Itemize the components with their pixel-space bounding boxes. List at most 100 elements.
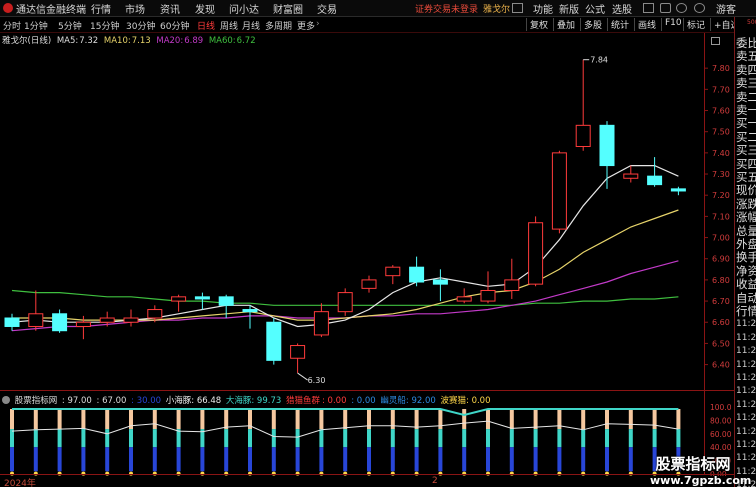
menu-jiaoyi[interactable]: 交易 bbox=[317, 1, 337, 16]
sub-bar-mid bbox=[652, 429, 657, 448]
sub-bar-mid bbox=[343, 429, 348, 448]
price-axis-label: 6.70 bbox=[712, 297, 730, 306]
lieyu-label: 猎猫鱼群 bbox=[285, 396, 320, 406]
sub-bar-top bbox=[57, 409, 62, 430]
sub-bar-mid bbox=[176, 429, 181, 448]
quote-panel-label: 11:2 bbox=[736, 453, 756, 464]
tab-weekly[interactable]: 周线 bbox=[220, 19, 238, 32]
sub-bar-low bbox=[200, 447, 205, 472]
sub-bar-low bbox=[295, 447, 300, 472]
tab-fenshi[interactable]: 分时 bbox=[3, 19, 21, 32]
candle-body bbox=[599, 124, 615, 167]
menu-zixun[interactable]: 资讯 bbox=[160, 1, 180, 16]
sub-bar-low bbox=[486, 447, 490, 472]
x-axis-year: 2024年 bbox=[4, 479, 36, 487]
xiaohaitun-value: 小海豚: 66.48 bbox=[165, 396, 222, 406]
sub-bar-top bbox=[414, 409, 419, 430]
tab-multi-period[interactable]: 多周期 bbox=[265, 19, 292, 32]
sub-bar-low bbox=[129, 447, 133, 472]
menu-xinban[interactable]: 新版 bbox=[559, 1, 579, 16]
sub-bar-low bbox=[152, 447, 157, 472]
quote-panel-label: 买四 bbox=[736, 156, 756, 171]
price-axis-label: 6.40 bbox=[712, 361, 730, 370]
x-axis-month: 2 bbox=[432, 476, 438, 486]
user-name[interactable]: 游客 bbox=[716, 1, 736, 16]
sub-indicator-name[interactable]: 股票指标网 bbox=[15, 396, 58, 406]
fuquan-button[interactable]: 复权 bbox=[526, 18, 551, 31]
sub-bar-low bbox=[105, 447, 110, 472]
sub-bar-mid bbox=[628, 429, 633, 448]
multi-stock-button[interactable]: 多股 bbox=[580, 18, 605, 31]
watermark-url: www.7gpzb.com bbox=[650, 474, 752, 487]
price-axis-line bbox=[704, 33, 705, 475]
sub-bar-top bbox=[533, 409, 538, 430]
overlay-button[interactable]: 叠加 bbox=[553, 18, 578, 31]
draw-line-button[interactable]: 画线 bbox=[634, 18, 659, 31]
stats-button[interactable]: 统计 bbox=[607, 18, 632, 31]
panel-toggle-icon[interactable] bbox=[711, 37, 720, 45]
price-axis-label: 7.30 bbox=[712, 170, 730, 179]
sub-axis-label: 40.00 bbox=[710, 443, 732, 452]
menu-caifuquan[interactable]: 财富圈 bbox=[273, 1, 303, 16]
menu-shichang[interactable]: 市场 bbox=[125, 1, 145, 16]
sub-bar-mid bbox=[533, 429, 538, 448]
login-notice[interactable]: 证券交易未登录 bbox=[415, 2, 478, 15]
settings-icon[interactable] bbox=[676, 3, 687, 13]
menu-hangqing[interactable]: 行情 bbox=[91, 1, 111, 16]
tab-monthly[interactable]: 月线 bbox=[242, 19, 260, 32]
tab-15min[interactable]: 15分钟 bbox=[90, 19, 119, 32]
chevron-right-icon[interactable]: › bbox=[316, 19, 320, 29]
sub-bar-low bbox=[557, 447, 562, 472]
quote-panel-label: 11:2 bbox=[736, 399, 756, 410]
window-list-icon[interactable] bbox=[512, 3, 523, 13]
menu-xuangu[interactable]: 选股 bbox=[612, 1, 632, 16]
tab-30min[interactable]: 30分钟 bbox=[126, 19, 155, 32]
sub-bar-low bbox=[33, 447, 38, 472]
f10-button[interactable]: F10 bbox=[661, 18, 685, 31]
price-axis-label: 7.00 bbox=[712, 234, 730, 243]
kline-chart[interactable]: 7.80 7.70 7.60 7.50 7.40 7.30 7.20 7.10 7.00 6.90… bbox=[0, 33, 734, 476]
candle-body bbox=[480, 289, 496, 302]
menu-gongshi[interactable]: 公式 bbox=[585, 1, 605, 16]
sub-bar-top bbox=[10, 409, 14, 430]
sub-bar-low bbox=[176, 447, 181, 472]
tab-5min[interactable]: 5分钟 bbox=[58, 19, 82, 32]
sub-indicator-icon bbox=[2, 396, 10, 404]
avatar-icon[interactable] bbox=[694, 3, 705, 13]
quote-panel-label: 行情 bbox=[736, 304, 756, 318]
quote-panel-label: 11:2 bbox=[736, 413, 756, 424]
sub-bar-low bbox=[462, 447, 467, 472]
tab-more[interactable]: 更多 bbox=[297, 19, 315, 32]
sub-bar-mid bbox=[581, 429, 586, 448]
x-axis-line bbox=[0, 474, 734, 475]
quote-panel-label: 买一 bbox=[736, 116, 756, 131]
tab-60min[interactable]: 60分钟 bbox=[160, 19, 189, 32]
sub-bar-top bbox=[343, 409, 348, 430]
candle-body bbox=[75, 321, 91, 327]
sub-bar-low bbox=[248, 447, 252, 472]
sub-bar-mid bbox=[367, 429, 371, 448]
sub-bar-low bbox=[628, 447, 633, 472]
sub-bar-mid bbox=[152, 429, 157, 448]
quote-panel-label: 买二 bbox=[736, 129, 756, 144]
tab-daily[interactable]: 日线 bbox=[197, 19, 215, 32]
message-icon[interactable] bbox=[643, 3, 654, 13]
sub-bar-low bbox=[509, 447, 514, 472]
tab-1min[interactable]: 1分钟 bbox=[24, 19, 48, 32]
sub-bar-top bbox=[152, 409, 157, 430]
menu-gongneng[interactable]: 功能 bbox=[533, 1, 553, 16]
sub-bar-top bbox=[176, 409, 181, 430]
candle-body bbox=[623, 173, 639, 179]
sub-bar-low bbox=[57, 447, 62, 472]
dahaitun-value: 大海豚: 99.73 bbox=[225, 396, 282, 406]
menu-wenxiaoda[interactable]: 问小达 bbox=[229, 1, 259, 16]
menu-faxian[interactable]: 发现 bbox=[195, 1, 215, 16]
sub-bar-top bbox=[81, 409, 86, 430]
sub-bar-top bbox=[462, 409, 467, 430]
help-icon[interactable] bbox=[660, 3, 671, 13]
blue-value: : 0.00 bbox=[351, 396, 376, 406]
sub-bar-mid bbox=[248, 429, 252, 448]
mark-button[interactable]: 标记 bbox=[683, 18, 708, 31]
price-axis-label: 7.20 bbox=[712, 191, 730, 200]
bosaimao-value: 波赛猫: 0.00 bbox=[440, 396, 491, 406]
